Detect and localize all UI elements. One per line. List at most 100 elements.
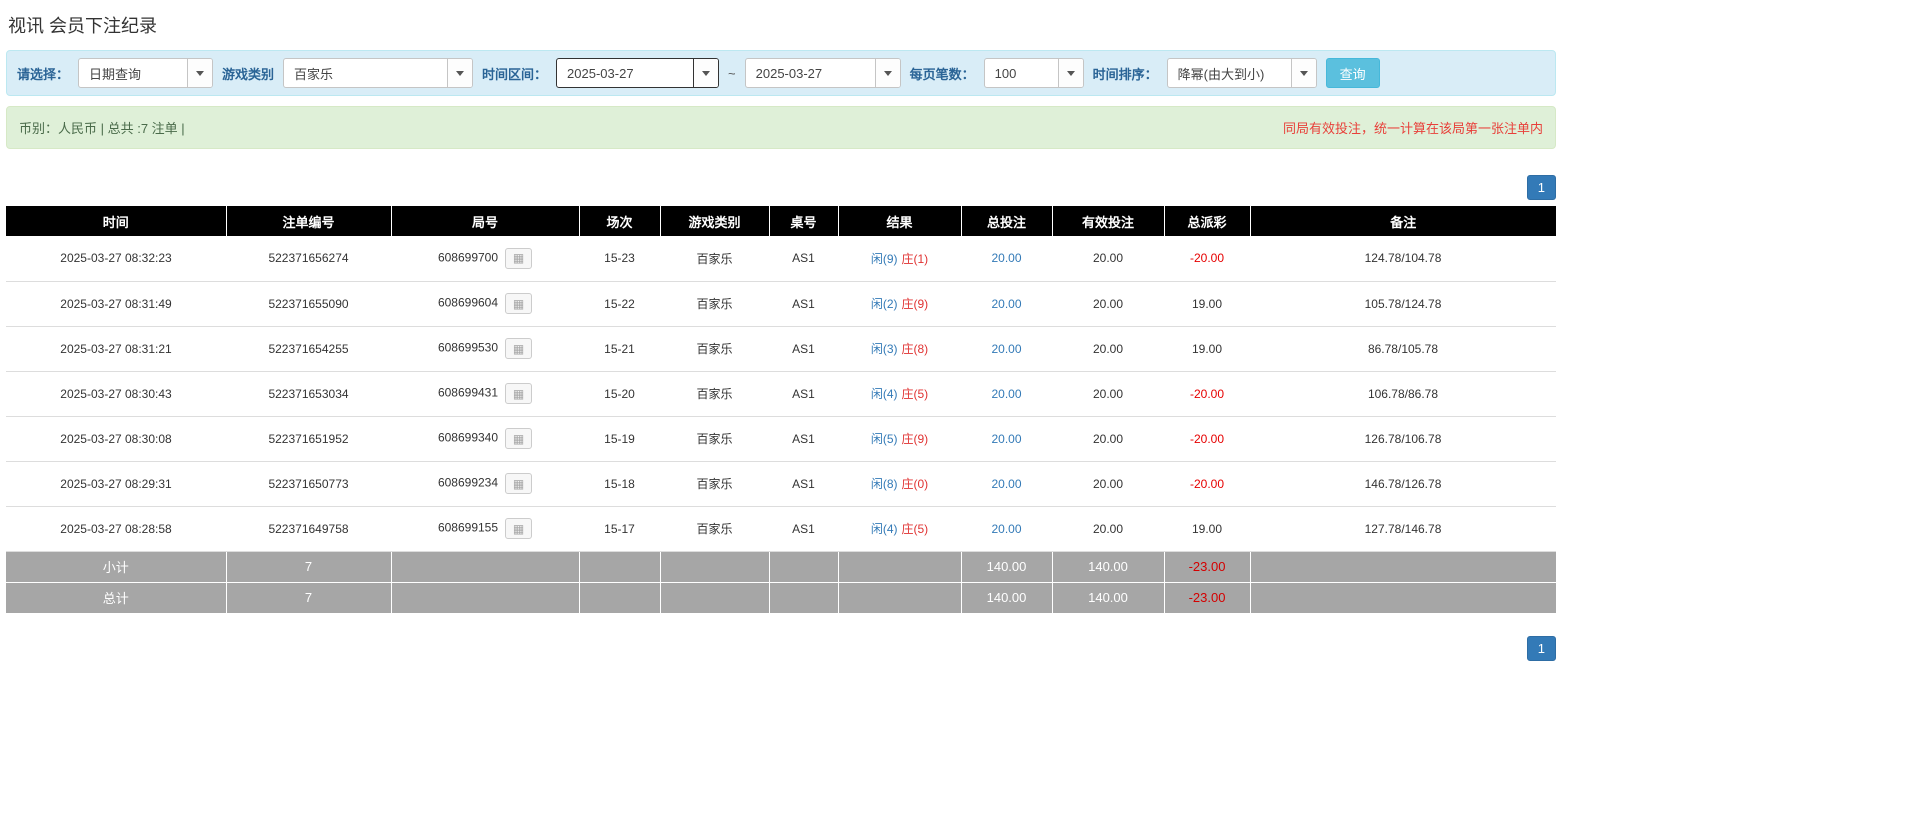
header-session: 场次 [579,206,661,236]
chevron-down-icon[interactable] [187,59,213,87]
cell-table-number: AS1 [769,461,838,507]
cell-total-bet: 20.00 [961,371,1052,417]
round-number: 608699530 [437,340,499,355]
caret-glyph [883,70,892,76]
pagination-top: 1 [6,175,1556,200]
chevron-down-icon[interactable] [1290,59,1316,87]
table-body: 2025-03-27 08:32:23 522371656274 6086997… [6,236,1556,552]
cell-bet-id: 522371655090 [226,281,391,327]
subtotal-valid-bet: 140.00 [1052,551,1165,583]
cell-session: 15-17 [579,506,660,552]
total-label: 总计 [6,582,227,614]
cell-total-bet: 20.00 [961,506,1052,552]
round-number: 608699155 [437,520,499,535]
bead-road-grid-icon[interactable]: ▦ [505,293,533,314]
game-type-select[interactable]: 百家乐 [283,58,474,88]
query-type-value: 日期查询 [89,66,142,82]
total-bet-link[interactable]: 20.00 [991,342,1021,356]
bead-road-grid-icon[interactable]: ▦ [505,473,533,494]
cell-table-number: AS1 [769,416,838,462]
cell-note: 105.78/124.78 [1250,281,1556,327]
cell-bet-id: 522371656274 [226,236,391,282]
page-size-select[interactable]: 100 [983,58,1084,88]
date-to-value: 2025-03-27 [755,65,823,81]
cell-total-bet: 20.00 [961,461,1052,507]
total-payout: -23.00 [1164,582,1251,614]
chevron-down-icon[interactable] [874,59,900,87]
total-bet-link[interactable]: 20.00 [991,251,1021,265]
date-to-select[interactable]: 2025-03-27 [744,58,901,88]
header-table-number: 桌号 [769,206,839,236]
cell-payout: -20.00 [1164,461,1250,507]
cell-note: 127.78/146.78 [1250,506,1556,552]
date-from-select[interactable]: 2025-03-27 [556,58,720,88]
header-payout: 总派彩 [1164,206,1251,236]
player-result: 闲(9) [870,251,898,266]
subtotal-total-bet: 140.00 [961,551,1053,583]
cell-table-number: AS1 [769,281,838,327]
total-valid-bet: 140.00 [1052,582,1165,614]
banker-result: 庄(9) [901,297,929,311]
player-result: 闲(2) [870,297,898,311]
table-row: 2025-03-27 08:30:08 522371651952 6086993… [6,416,1556,462]
chevron-down-icon[interactable] [447,59,473,87]
total-bet-link[interactable]: 20.00 [991,432,1021,446]
subtotal-empty-cell [769,551,839,583]
bead-road-grid-icon[interactable]: ▦ [505,383,533,404]
cell-result: 闲(4) 庄(5) [838,506,961,552]
total-bet-link[interactable]: 20.00 [991,522,1021,536]
search-button[interactable]: 查询 [1325,58,1380,88]
total-count: 7 [226,582,392,614]
page-button-1[interactable]: 1 [1526,175,1556,200]
bead-road-grid-icon[interactable]: ▦ [505,338,533,359]
cell-note: 124.78/104.78 [1250,236,1556,282]
table-row: 2025-03-27 08:31:49 522371655090 6086996… [6,281,1556,327]
cell-session: 15-23 [579,236,660,282]
cell-time: 2025-03-27 08:28:58 [6,506,226,552]
time-sort-label: 时间排序： [1092,66,1158,82]
round-number: 608699604 [437,295,499,310]
header-total-bet: 总投注 [961,206,1053,236]
cell-note: 86.78/105.78 [1250,326,1556,372]
bead-road-grid-icon[interactable]: ▦ [505,247,533,269]
cell-payout: -20.00 [1164,236,1250,282]
table-row: 2025-03-27 08:31:21 522371654255 6086995… [6,326,1556,372]
cell-game-type: 百家乐 [660,236,769,282]
pagination-bottom: 1 [6,635,1556,661]
total-bet-link[interactable]: 20.00 [991,387,1021,401]
subtotal-row: 小计 7 140.00 140.00 -23.00 [6,551,1556,583]
player-result: 闲(5) [870,432,898,446]
cell-valid-bet: 20.00 [1052,461,1164,507]
subtotal-empty-cell [1250,551,1556,583]
total-row: 总计 7 140.00 140.00 -23.00 [6,582,1556,614]
cell-total-bet: 20.00 [961,416,1052,462]
cell-result: 闲(8) 庄(0) [838,461,961,507]
cell-result: 闲(9) 庄(1) [838,236,961,282]
bead-road-grid-icon[interactable]: ▦ [505,428,533,449]
chevron-down-icon[interactable] [693,59,719,87]
page-button-1[interactable]: 1 [1526,635,1556,661]
total-empty-cell [660,582,770,614]
bead-road-grid-icon[interactable]: ▦ [505,518,533,539]
subtotal-empty-cell [838,551,962,583]
cell-payout: -20.00 [1164,416,1250,462]
time-sort-select[interactable]: 降幂(由大到小) [1166,58,1317,88]
total-bet-link[interactable]: 20.00 [991,477,1021,491]
total-empty-cell [769,582,839,614]
banker-result: 庄(8) [901,342,929,356]
table-row: 2025-03-27 08:32:23 522371656274 6086997… [6,236,1556,282]
cell-bet-id: 522371649758 [226,506,391,552]
subtotal-empty-cell [660,551,770,583]
round-number: 608699431 [437,385,499,400]
query-type-select[interactable]: 日期查询 [78,58,214,88]
total-empty-cell [391,582,580,614]
subtotal-label: 小计 [6,551,227,583]
table-row: 2025-03-27 08:29:31 522371650773 6086992… [6,461,1556,507]
total-empty-cell [838,582,962,614]
header-game-type: 游戏类别 [660,206,770,236]
total-bet-link[interactable]: 20.00 [991,297,1021,311]
table-header-row: 时间 注单编号 局号 场次 游戏类别 桌号 结果 总投注 有效投注 总派彩 备注 [6,206,1556,236]
chevron-down-icon[interactable] [1057,59,1083,87]
cell-bet-id: 522371653034 [226,371,391,417]
banker-result: 庄(5) [901,387,929,401]
